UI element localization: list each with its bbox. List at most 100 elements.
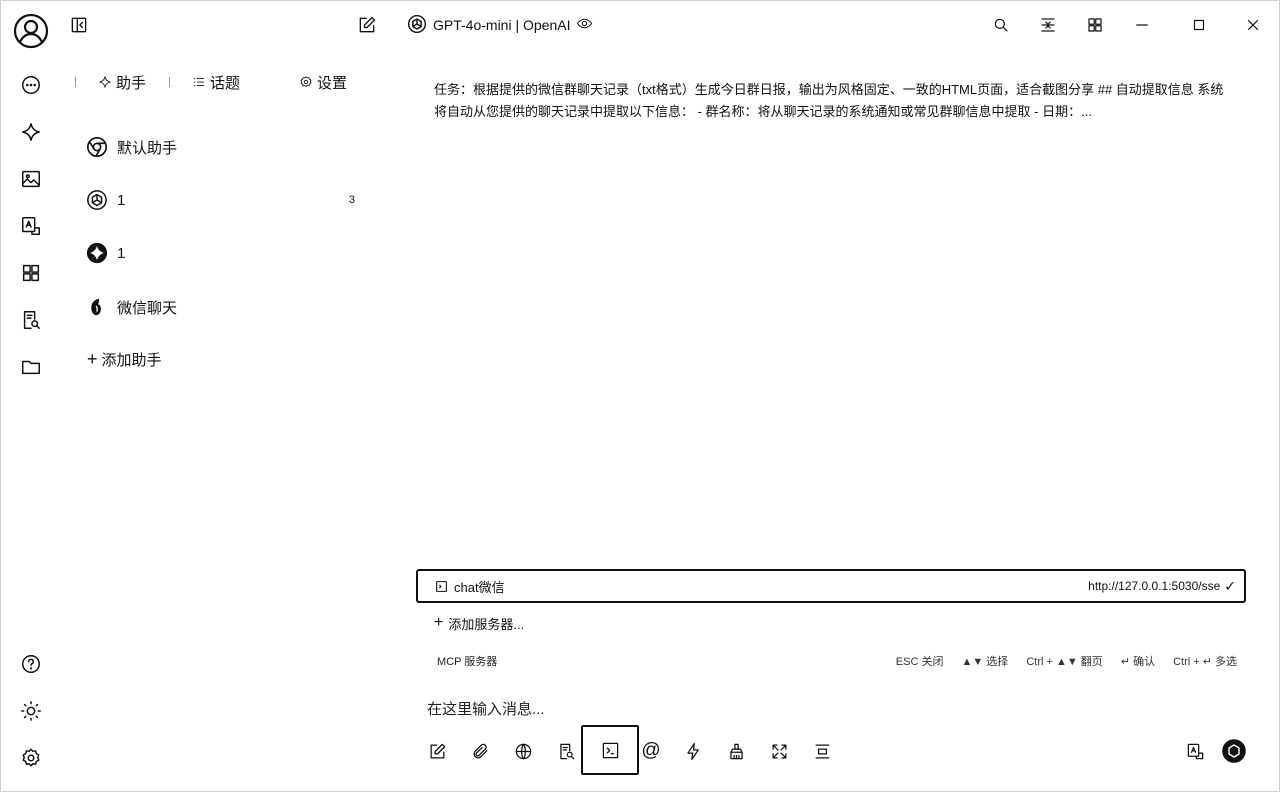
add-assistant-button[interactable]: + 添加助手: [87, 347, 162, 371]
mcp-hint-bar: MCP 服务器 ESC 关闭 ▲▼ 选择 Ctrl + ▲▼ 翻页 ↵ 确认 C…: [437, 652, 1237, 670]
image-icon: [22, 170, 40, 188]
settings-icon: [22, 748, 40, 767]
add-server-button[interactable]: + 添加服务器...: [434, 613, 524, 633]
apps-grid-icon: [1088, 18, 1102, 32]
rail-image-button[interactable]: [15, 163, 47, 195]
assistant-item[interactable]: 微信聊天: [85, 289, 355, 325]
mcp-server-item[interactable]: chat微信 http://127.0.0.1:5030/sse ✓: [416, 569, 1246, 603]
globe-icon: [515, 743, 531, 759]
rail-theme-button[interactable]: [15, 695, 47, 727]
terminal-icon: [602, 742, 618, 758]
mcp-server-url-group: http://127.0.0.1:5030/sse ✓: [1088, 578, 1236, 595]
edit-icon: [430, 743, 445, 758]
maximize-icon: [1193, 19, 1205, 31]
window-minimize-button[interactable]: [1126, 9, 1158, 41]
message-input[interactable]: [427, 697, 1227, 721]
eye-icon[interactable]: [576, 15, 593, 35]
translate-icon: [22, 217, 40, 235]
leaf-logo-icon: [85, 295, 109, 319]
chat-main: GPT-4o-mini | OpenAI 任务：根据提供的微信群聊天记录（txt…: [393, 1, 1280, 792]
list-icon: [193, 78, 205, 86]
openai-logo-icon: [407, 14, 427, 37]
sidebar-toggle-icon: [71, 17, 87, 33]
mcp-server-url: http://127.0.0.1:5030/sse: [1088, 579, 1221, 593]
avatar-icon: [13, 13, 49, 49]
knowledge-base-button[interactable]: [550, 735, 582, 767]
rail-chat-button[interactable]: [15, 69, 47, 101]
sparkle-icon: [99, 76, 111, 88]
rail-knowledge-button[interactable]: [15, 304, 47, 336]
rail-help-button[interactable]: [15, 648, 47, 680]
edit-icon: [359, 16, 376, 33]
app-window: 助手 话题 设置 默认助手 1 3 1 微信聊天 + 添加助手 GPT-4o-m…: [0, 0, 1280, 792]
plus-icon: +: [87, 349, 98, 369]
chat-bubble-icon: [22, 76, 40, 94]
mention-model-button[interactable]: @: [635, 735, 667, 767]
layout-button[interactable]: [1079, 9, 1111, 41]
folder-icon: [22, 360, 40, 375]
assistant-panel: 助手 话题 设置 默认助手 1 3 1 微信聊天 + 添加助手: [61, 1, 393, 792]
new-context-button[interactable]: [806, 735, 838, 767]
tab-divider: [75, 77, 76, 87]
openai-logo-icon: [85, 188, 109, 212]
plus-icon: +: [434, 614, 444, 631]
rail-translate-button[interactable]: [15, 210, 47, 242]
tab-label: 设置: [317, 74, 348, 92]
tab-settings[interactable]: 设置: [299, 71, 347, 93]
minimize-icon: [1136, 24, 1148, 26]
broom-icon: [729, 743, 743, 759]
document-search-icon: [559, 743, 574, 759]
quick-phrases-button[interactable]: [677, 735, 709, 767]
translate-input-button[interactable]: [1179, 735, 1211, 767]
tab-assistants[interactable]: 助手: [75, 71, 146, 93]
close-icon: [1247, 19, 1259, 31]
attach-button[interactable]: [464, 735, 496, 767]
rail-agents-button[interactable]: [15, 116, 47, 148]
mcp-section-label: MCP 服务器: [437, 656, 498, 668]
chrome-logo-icon: [85, 135, 109, 159]
assistant-item[interactable]: 1 3: [85, 182, 355, 218]
assistant-item[interactable]: 1: [85, 235, 355, 271]
topic-count-badge: 3: [348, 194, 355, 206]
add-assistant-label: 添加助手: [101, 351, 162, 369]
gear-icon: [300, 76, 312, 88]
tab-label: 助手: [116, 74, 147, 92]
hint-item: Ctrl + ↵ 多选: [1173, 656, 1237, 668]
hint-item: ↵ 确认: [1120, 656, 1156, 668]
lightning-icon: [686, 742, 699, 760]
topic-navigation-button[interactable]: [1032, 9, 1064, 41]
model-selector[interactable]: GPT-4o-mini | OpenAI: [407, 13, 593, 37]
mcp-tools-button[interactable]: [581, 725, 639, 775]
toggle-sidebar-button[interactable]: [63, 9, 95, 41]
at-sign-icon: @: [641, 740, 661, 761]
rail-files-button[interactable]: [15, 351, 47, 383]
rail-apps-button[interactable]: [15, 257, 47, 289]
tab-label: 话题: [210, 74, 241, 92]
send-button[interactable]: [1218, 735, 1250, 767]
check-icon: ✓: [1224, 577, 1236, 594]
terminal-icon: [436, 580, 447, 592]
model-name: GPT-4o-mini | OpenAI: [433, 17, 571, 33]
paperclip-icon: [473, 743, 487, 758]
expand-button[interactable]: [763, 735, 795, 767]
hint-item: Ctrl + ▲▼ 翻页: [1026, 656, 1103, 668]
apps-grid-icon: [22, 264, 40, 282]
clear-context-button[interactable]: [720, 735, 752, 767]
new-topic-tool-button[interactable]: [421, 735, 453, 767]
window-close-button[interactable]: [1237, 9, 1269, 41]
search-button[interactable]: [985, 9, 1017, 41]
web-search-button[interactable]: [507, 735, 539, 767]
expand-icon: [772, 744, 786, 758]
new-topic-button[interactable]: [351, 9, 383, 41]
window-maximize-button[interactable]: [1183, 9, 1215, 41]
sparkle-logo-icon: [85, 241, 109, 265]
assistant-item[interactable]: 默认助手: [85, 129, 355, 165]
translate-icon: [1187, 743, 1203, 759]
user-avatar[interactable]: [13, 13, 49, 49]
openai-send-icon: [1222, 739, 1246, 763]
divider-icon: [815, 744, 829, 758]
rail-settings-button[interactable]: [15, 742, 47, 774]
sparkle-icon: [22, 123, 40, 141]
tab-topics[interactable]: 话题: [169, 71, 240, 93]
hint-item: ▲▼ 选择: [961, 656, 1009, 668]
